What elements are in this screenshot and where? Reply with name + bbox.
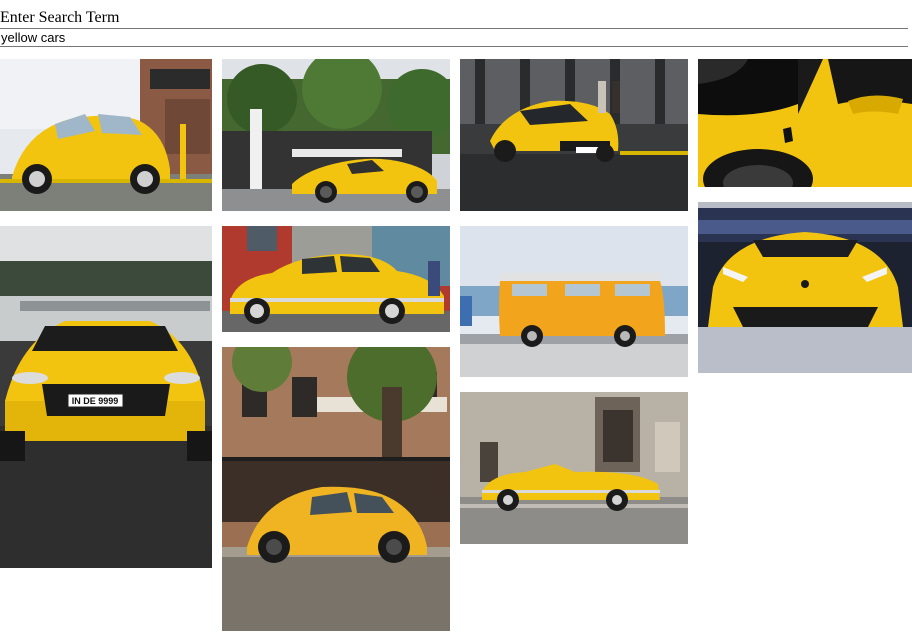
license-plate-text: IN DE 9999 [72, 396, 119, 406]
result-image-beetle-tree[interactable] [222, 347, 450, 631]
result-image-chevy-classic[interactable] [222, 226, 450, 332]
result-image-amg-gt-wet[interactable] [460, 59, 688, 211]
result-image-audi-r8[interactable]: IN DE 9999 [0, 226, 212, 568]
result-image-porsche-cayman[interactable] [222, 59, 450, 211]
result-image-vw-bus[interactable] [460, 226, 688, 377]
result-image-ferrari-closeup[interactable] [698, 59, 912, 187]
search-label: Enter Search Term [0, 9, 120, 26]
result-image-lamborghini-huracan[interactable] [698, 202, 912, 373]
result-image-classic-convertible[interactable] [460, 392, 688, 544]
search-input[interactable] [0, 28, 908, 47]
result-image-beetle-street[interactable] [0, 59, 212, 211]
